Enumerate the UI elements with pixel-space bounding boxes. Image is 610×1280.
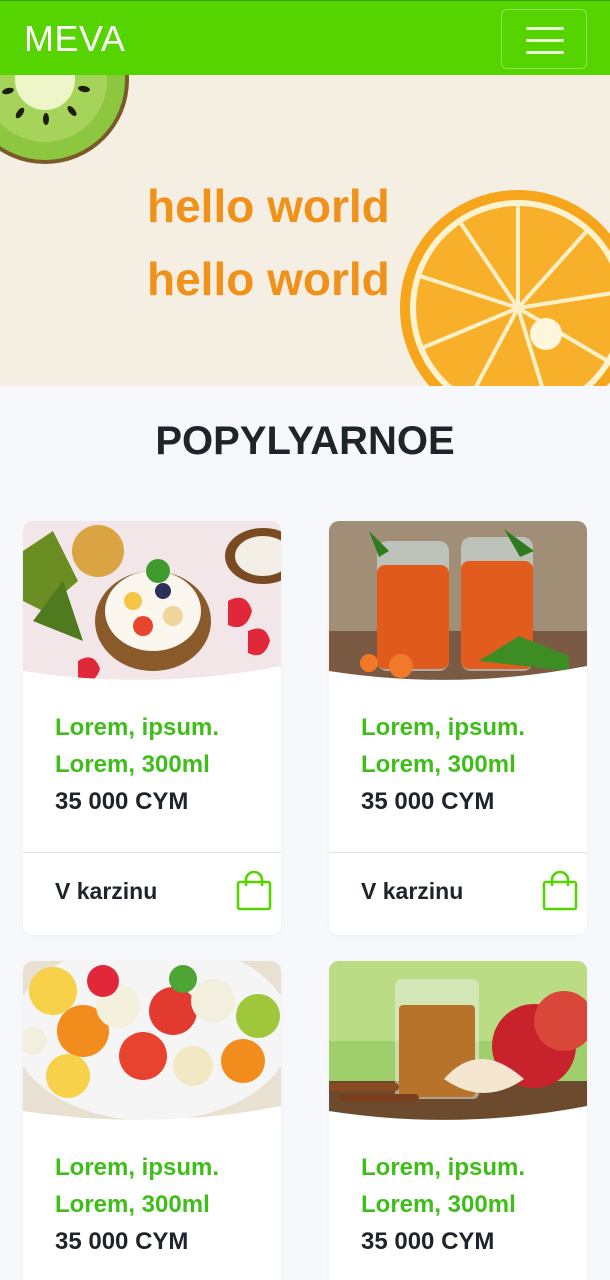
product-image[interactable] — [23, 961, 281, 1121]
product-volume: Lorem, 300ml — [55, 751, 210, 778]
product-price: 35 000 CYM — [361, 788, 495, 815]
navbar: MEVA — [0, 0, 610, 75]
product-name: Lorem, ipsum. — [55, 1154, 220, 1181]
product-name: Lorem, ipsum. — [361, 1154, 526, 1181]
product-card: Lorem, ipsum. Lorem, 300ml 35 000 CYM V … — [329, 521, 587, 935]
product-price: 35 000 CYM — [361, 1228, 495, 1255]
add-to-cart-button[interactable]: V karzinu — [361, 877, 463, 905]
product-image[interactable] — [329, 961, 587, 1121]
product-card: Lorem, ipsum. Lorem, 300ml 35 000 CYM V … — [23, 521, 281, 935]
product-volume: Lorem, 300ml — [361, 1191, 516, 1218]
product-price: 35 000 CYM — [55, 788, 189, 815]
product-card: Lorem, ipsum. Lorem, 300ml 35 000 CYM — [23, 961, 281, 1280]
orange-slice-image — [400, 190, 610, 386]
hero-heading-line-2: hello world — [147, 253, 390, 305]
product-volume: Lorem, 300ml — [361, 751, 516, 778]
card-divider — [23, 852, 281, 853]
brand-logo[interactable]: MEVA — [24, 19, 125, 59]
shopping-bag-icon[interactable] — [542, 871, 578, 911]
product-card: Lorem, ipsum. Lorem, 300ml 35 000 CYM — [329, 961, 587, 1280]
section-title: POPYLYARNOE — [155, 419, 455, 463]
product-image[interactable] — [329, 521, 587, 681]
product-name: Lorem, ipsum. — [361, 714, 526, 741]
product-price: 35 000 CYM — [55, 1228, 189, 1255]
product-name: Lorem, ipsum. — [55, 714, 220, 741]
kiwi-slice-image — [0, 75, 129, 164]
menu-toggle-button[interactable] — [501, 9, 587, 69]
add-to-cart-button[interactable]: V karzinu — [55, 877, 157, 905]
product-image[interactable] — [23, 521, 281, 681]
hamburger-menu-icon — [526, 27, 564, 30]
card-divider — [329, 852, 587, 853]
product-volume: Lorem, 300ml — [55, 1191, 210, 1218]
hero-banner: hello world hello world — [0, 75, 610, 386]
hero-heading-line-1: hello world — [147, 180, 390, 232]
shopping-bag-icon[interactable] — [236, 871, 272, 911]
